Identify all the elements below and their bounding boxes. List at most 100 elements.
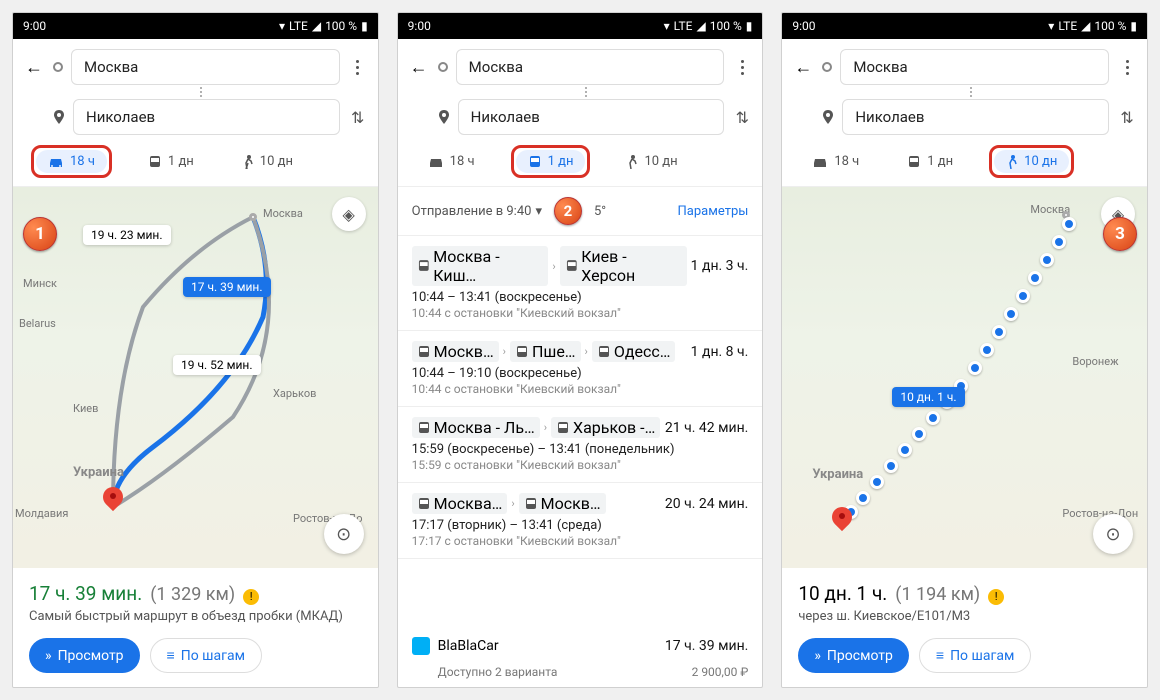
steps-button[interactable]: ≡По шагам: [150, 638, 262, 673]
route-connector: [31, 87, 372, 97]
transit-duration: 1 дн. 3 ч.: [691, 258, 749, 274]
place-kyiv: Киев: [73, 402, 98, 415]
summary-time: 10 дн. 1 ч.: [798, 582, 887, 605]
transit-duration: 1 дн. 8 ч.: [691, 344, 749, 360]
route-summary-card[interactable]: 17 ч. 39 мин. (1 329 км) ! Самый быстрый…: [13, 568, 378, 687]
place-voronezh: Воронеж: [1072, 355, 1118, 368]
transit-leg: Москв…: [519, 493, 606, 514]
place-minsk: Минск: [23, 277, 57, 290]
destination-icon: [438, 110, 450, 124]
swap-button[interactable]: ⇅: [732, 107, 752, 127]
transit-leg: Одесс…: [592, 341, 676, 362]
phone-1-car: 9:00 ▾ LTE ◢ 100 % ▮ ← Москва Николаев ⇅: [12, 12, 379, 688]
transit-times: 15:59 (воскресенье) – 13:41 (понедельник…: [412, 442, 749, 457]
my-location-button[interactable]: ⊙: [1093, 514, 1133, 554]
transit-item[interactable]: Москв…›Пше…›Одесс…1 дн. 8 ч. 10:44 – 19:…: [398, 331, 763, 407]
route-main[interactable]: 17 ч. 39 мин.: [183, 277, 271, 297]
status-bar: 9:00 ▾LTE◢100 %▮: [398, 13, 763, 39]
back-button[interactable]: ←: [23, 56, 45, 78]
transit-duration: 20 ч. 24 мин.: [665, 496, 748, 512]
wifi-icon: ▾: [279, 19, 285, 33]
origin-icon: [53, 62, 63, 72]
battery-icon: ▮: [361, 19, 368, 33]
transit-duration: 21 ч. 42 мин.: [665, 420, 748, 436]
swap-button[interactable]: ⇅: [1117, 107, 1137, 127]
destination-input[interactable]: Николаев: [73, 99, 340, 135]
overflow-menu[interactable]: [1117, 60, 1137, 75]
mode-transit[interactable]: 1 дн: [136, 150, 206, 173]
transit-item[interactable]: Москва - Ль…›Харьков -…21 ч. 42 мин. 15:…: [398, 407, 763, 483]
transit-leg: Киев - Херсон: [560, 246, 687, 286]
mode-walk[interactable]: 10 дн: [994, 150, 1069, 173]
summary-desc: через ш. Киевское/Е101/М3: [798, 609, 1131, 626]
layers-button[interactable]: ◈: [332, 197, 366, 231]
transit-depart-stop: 10:44 с остановки "Киевский вокзал": [412, 306, 749, 320]
back-button[interactable]: ←: [792, 56, 814, 78]
transit-times: 10:44 – 13:41 (воскресенье): [412, 290, 749, 305]
transit-leg: Пше…: [510, 341, 581, 362]
clock: 9:00: [792, 19, 815, 33]
place-ukraine: Украина: [812, 467, 863, 482]
mode-walk-label: 10 дн: [260, 154, 293, 169]
origin-icon: [438, 62, 448, 72]
destination-input[interactable]: Николаев: [458, 99, 725, 135]
route-summary-card[interactable]: 10 дн. 1 ч. (1 194 км) ! через ш. Киевск…: [782, 568, 1147, 687]
phone-2-transit: 9:00 ▾LTE◢100 %▮ ← Москва Николаев ⇅ 18 …: [397, 12, 764, 688]
car-icon: [48, 155, 64, 169]
mode-walk[interactable]: 10 дн: [614, 150, 689, 173]
chevron-down-icon: ▾: [535, 204, 542, 219]
walk-icon: [242, 155, 254, 169]
highlight-box-2: 1 дн: [511, 145, 591, 178]
clock: 9:00: [23, 19, 46, 33]
destination-icon: [822, 110, 834, 124]
depart-time-dropdown[interactable]: Отправление в 9:40▾: [412, 204, 542, 219]
destination-input[interactable]: Николаев: [842, 99, 1109, 135]
mode-transit[interactable]: 1 дн: [895, 150, 965, 173]
highlight-box-1: 18 ч: [31, 145, 112, 178]
mode-car[interactable]: 18 ч: [800, 150, 871, 173]
travel-modes: 18 ч 1 дн 10 дн: [19, 137, 372, 186]
overflow-menu[interactable]: [348, 60, 368, 75]
transit-results[interactable]: Москва - Киш…›Киев - Херсон1 дн. 3 ч. 10…: [398, 236, 763, 627]
origin-marker: [249, 213, 257, 221]
transit-times: 10:44 – 19:10 (воскресенье): [412, 366, 749, 381]
place-moldova: Молдавия: [15, 507, 68, 520]
mode-transit[interactable]: 1 дн: [516, 150, 586, 173]
mode-walk[interactable]: 10 дн: [230, 150, 305, 173]
my-location-button[interactable]: ⊙: [324, 514, 364, 554]
origin-input[interactable]: Москва: [840, 49, 1109, 85]
transit-item[interactable]: Москва…›Москв…20 ч. 24 мин. 17:17 (вторн…: [398, 483, 763, 559]
blablacar-price: 2 900,00 ₽: [692, 665, 749, 679]
start-button[interactable]: »Просмотр: [29, 638, 140, 673]
map-canvas[interactable]: Москва Воронеж Украина Ростов-на-Дон 10 …: [782, 187, 1147, 568]
temperature: 5°: [594, 204, 606, 219]
params-link[interactable]: Параметры: [678, 204, 749, 219]
overflow-menu[interactable]: [732, 60, 752, 75]
mode-car[interactable]: 18 ч: [36, 150, 107, 173]
transit-leg: Москв…: [412, 341, 499, 362]
transit-depart-stop: 10:44 с остановки "Киевский вокзал": [412, 382, 749, 396]
transit-depart-stop: 15:59 с остановки "Киевский вокзал": [412, 458, 749, 472]
transit-item[interactable]: Москва - Киш…›Киев - Херсон1 дн. 3 ч. 10…: [398, 236, 763, 331]
lte-label: LTE: [289, 19, 308, 33]
mode-car-label: 18 ч: [70, 154, 95, 169]
transit-leg: Москва - Киш…: [412, 246, 549, 286]
mode-car[interactable]: 18 ч: [416, 150, 487, 173]
route-alt-1[interactable]: 19 ч. 23 мин.: [83, 225, 171, 245]
back-button[interactable]: ←: [408, 56, 430, 78]
place-moscow: Москва: [263, 207, 303, 220]
highlight-box-3: 10 дн: [989, 145, 1074, 178]
transit-depart-stop: 17:17 с остановки "Киевский вокзал": [412, 534, 749, 548]
walk-badge[interactable]: 10 дн. 1 ч.: [892, 387, 964, 407]
place-ukraine: Украина: [73, 465, 124, 480]
route-alt-2[interactable]: 19 ч. 52 мин.: [173, 355, 261, 375]
blablacar-section[interactable]: BlaBlaCar 17 ч. 39 мин. Доступно 2 вариа…: [398, 627, 763, 687]
origin-input[interactable]: Москва: [71, 49, 340, 85]
map-canvas[interactable]: Москва Минск Belarus Киев Харьков Украин…: [13, 187, 378, 568]
blablacar-duration: 17 ч. 39 мин.: [665, 638, 748, 654]
swap-button[interactable]: ⇅: [348, 107, 368, 127]
start-button[interactable]: »Просмотр: [798, 638, 909, 673]
origin-input[interactable]: Москва: [456, 49, 725, 85]
start-label: Просмотр: [58, 648, 124, 664]
steps-button[interactable]: ≡По шагам: [919, 638, 1031, 673]
